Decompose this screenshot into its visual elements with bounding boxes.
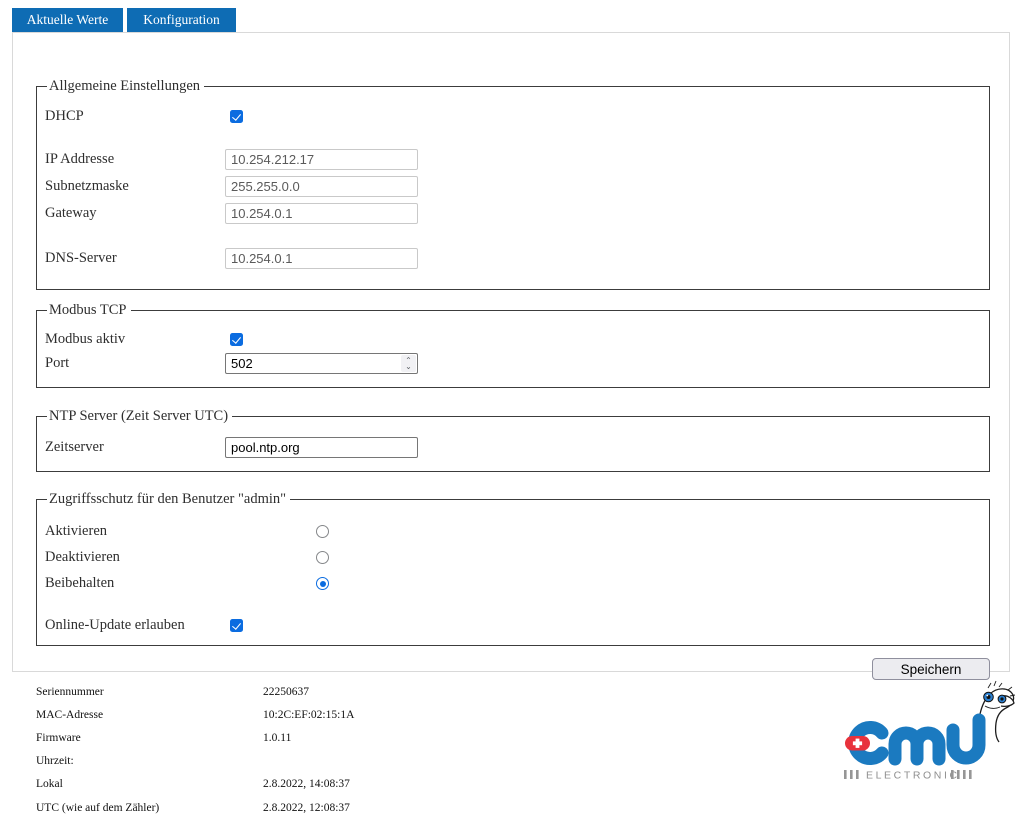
tab-aktuelle-werte[interactable]: Aktuelle Werte	[12, 8, 123, 32]
ntp-fieldset: NTP Server (Zeit Server UTC) Zeitserver	[36, 408, 990, 472]
emu-wordmark	[848, 713, 986, 766]
timeserver-input[interactable]	[225, 437, 418, 458]
general-settings-legend: Allgemeine Einstellungen	[49, 78, 201, 94]
port-label: Port	[45, 355, 70, 371]
ntp-legend: NTP Server (Zeit Server UTC)	[49, 408, 229, 424]
serial-label: Seriennummer	[36, 685, 104, 698]
dhcp-checkbox[interactable]	[230, 110, 243, 123]
subnet-label: Subnetzmaske	[45, 178, 129, 194]
configuration-panel: Allgemeine Einstellungen DHCP IP Address…	[12, 32, 1010, 680]
access-protection-fieldset: Zugriffsschutz für den Benutzer "admin" …	[36, 491, 990, 646]
footer-row-mac: MAC-Adresse 10:2C:EF:02:15:1A	[36, 703, 830, 726]
lokal-label: Lokal	[36, 778, 63, 791]
tab-bar: Aktuelle Werte Konfiguration	[12, 8, 236, 32]
access-option-row: Deaktivieren	[45, 549, 989, 566]
access-protection-legend: Zugriffsschutz für den Benutzer "admin"	[49, 491, 287, 507]
ip-row: IP Addresse	[45, 149, 989, 170]
modbus-legend: Modbus TCP	[49, 302, 127, 318]
lokal-value: 2.8.2022, 14:08:37	[263, 778, 350, 791]
footer-row-serial: Seriennummer 22250637	[36, 680, 830, 703]
modbus-active-label: Modbus aktiv	[45, 331, 126, 347]
dns-input	[225, 248, 418, 269]
gateway-input	[225, 203, 418, 224]
subnet-row: Subnetzmaske	[45, 176, 989, 197]
option-deaktivieren-radio[interactable]	[316, 551, 329, 564]
mac-value: 10:2C:EF:02:15:1A	[263, 708, 355, 721]
port-input[interactable]	[225, 353, 418, 374]
option-beibehalten-radio[interactable]	[316, 577, 329, 590]
online-update-checkbox[interactable]	[230, 619, 243, 632]
footer-row-utc: UTC (wie auf dem Zähler) 2.8.2022, 12:08…	[36, 796, 830, 819]
firmware-label: Firmware	[36, 731, 81, 744]
device-info-footer: Seriennummer 22250637 MAC-Adresse 10:2C:…	[0, 680, 830, 819]
access-option-row: Beibehalten	[45, 575, 989, 592]
timeserver-label: Zeitserver	[45, 439, 104, 455]
option-deaktivieren-label: Deaktivieren	[45, 549, 120, 565]
footer-row-uhrzeit: Uhrzeit:	[36, 750, 830, 773]
device-config-page: { "tabs": [ {"label": "Aktuelle Werte"},…	[0, 0, 1024, 833]
ip-input	[225, 149, 418, 170]
emu-logo-graphic: ELECTRONIC	[844, 680, 1016, 782]
mac-label: MAC-Adresse	[36, 708, 104, 721]
ip-label: IP Addresse	[45, 151, 115, 167]
access-option-row: Aktivieren	[45, 523, 989, 540]
dhcp-label: DHCP	[45, 108, 84, 124]
serial-value: 22250637	[263, 685, 309, 698]
port-spinner[interactable]: ⌃ ⌄	[401, 355, 416, 372]
option-aktivieren-label: Aktivieren	[45, 523, 108, 539]
general-settings-fieldset: Allgemeine Einstellungen DHCP IP Address…	[36, 78, 990, 290]
modbus-active-checkbox[interactable]	[230, 333, 243, 346]
timeserver-row: Zeitserver	[45, 437, 989, 458]
uhrzeit-label: Uhrzeit:	[36, 755, 74, 768]
spinner-down-icon[interactable]: ⌄	[405, 362, 412, 370]
gateway-row: Gateway	[45, 203, 989, 224]
gateway-label: Gateway	[45, 205, 97, 221]
dns-label: DNS-Server	[45, 250, 117, 266]
dns-row: DNS-Server	[45, 248, 989, 269]
option-beibehalten-label: Beibehalten	[45, 575, 115, 591]
electronic-caption: ELECTRONIC	[844, 770, 972, 782]
subnet-input	[225, 176, 418, 197]
modbus-active-row: Modbus aktiv	[45, 331, 989, 348]
modbus-fieldset: Modbus TCP Modbus aktiv Port ⌃⌄	[36, 302, 990, 388]
utc-label: UTC (wie auf dem Zähler)	[36, 801, 160, 814]
footer-row-lokal: Lokal 2.8.2022, 14:08:37	[36, 773, 830, 796]
dhcp-row: DHCP	[45, 108, 989, 125]
emu-logo: ELECTRONIC	[838, 676, 1016, 792]
online-update-row: Online-Update erlauben	[45, 617, 989, 634]
option-aktivieren-radio[interactable]	[316, 525, 329, 538]
port-row: Port ⌃⌄	[45, 353, 989, 374]
utc-value: 2.8.2022, 12:08:37	[263, 801, 350, 814]
footer-row-firmware: Firmware 1.0.11	[36, 726, 830, 749]
swiss-cross-icon	[845, 736, 870, 751]
firmware-value: 1.0.11	[263, 731, 292, 744]
svg-text:ELECTRONIC: ELECTRONIC	[866, 770, 960, 782]
tab-konfiguration[interactable]: Konfiguration	[127, 8, 236, 32]
online-update-label: Online-Update erlauben	[45, 617, 185, 633]
